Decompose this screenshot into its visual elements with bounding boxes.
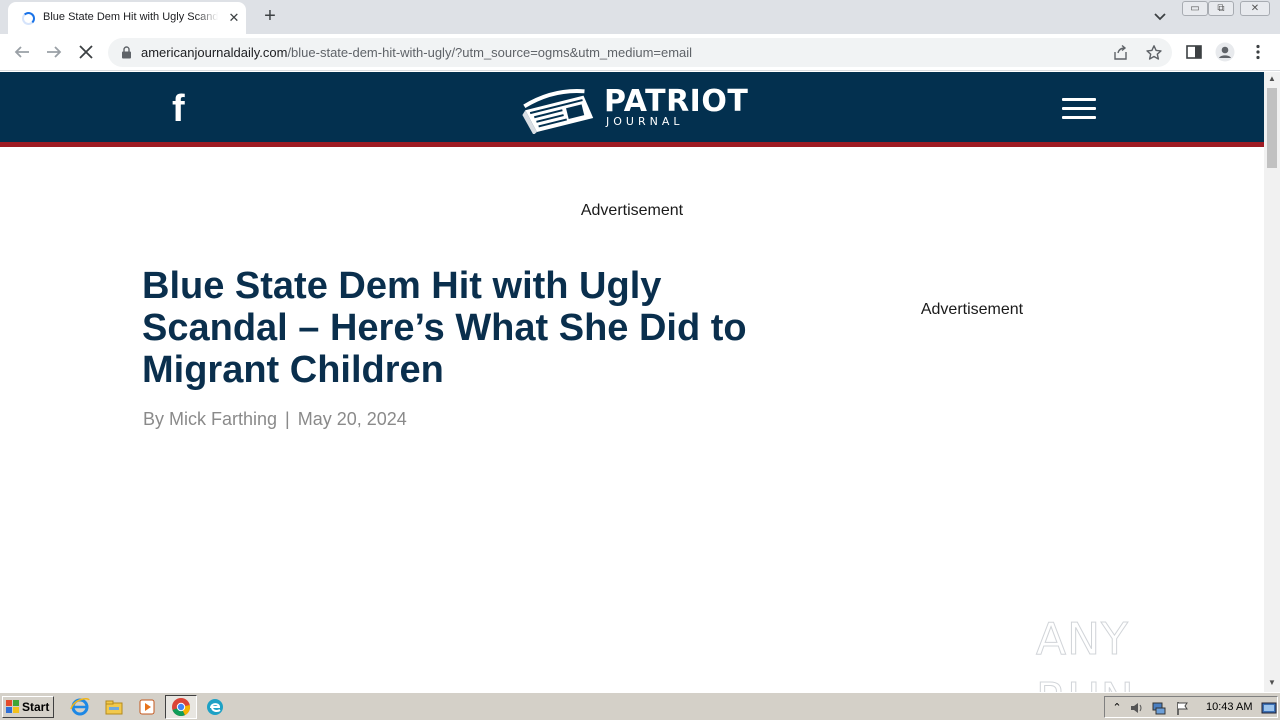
loading-spinner-icon [22,12,35,25]
scroll-down-arrow-icon[interactable]: ▼ [1264,676,1280,690]
internet-explorer-icon[interactable] [70,697,90,717]
media-player-icon[interactable] [137,697,157,717]
file-explorer-icon[interactable] [104,697,124,717]
sidebar-advertisement-label: Advertisement [920,301,1024,318]
network-icon[interactable] [1151,700,1167,716]
system-tray: ⌃ 10:43 AM [1104,696,1278,718]
back-arrow-icon [14,46,29,58]
share-icon[interactable] [1112,44,1130,62]
scroll-up-arrow-icon[interactable]: ▲ [1264,72,1280,86]
tab-search-chevron-icon[interactable] [1150,8,1170,26]
taskbar-clock[interactable]: 10:43 AM [1206,701,1252,713]
edge-icon[interactable] [205,697,225,717]
forward-arrow-icon [47,46,62,58]
start-label: Start [22,700,50,714]
header-accent-stripe [0,142,1264,147]
hamburger-menu-icon[interactable] [1062,98,1096,120]
site-logo[interactable]: PATRIOT JOURNAL [518,84,748,134]
tab-title: Blue State Dem Hit with Ugly Scandal – H… [43,11,218,23]
article-headline: Blue State Dem Hit with Ugly Scandal – H… [142,265,747,391]
chrome-icon [172,698,191,717]
site-header: f PATRIOT JOURNAL [0,72,1264,142]
address-bar[interactable]: americanjournaldaily.com/blue-state-dem-… [108,38,1172,67]
show-hidden-icons-icon[interactable]: ⌃ [1109,700,1125,716]
advertisement-label: Advertisement [580,202,684,219]
volume-icon[interactable] [1129,700,1145,716]
facebook-icon[interactable]: f [172,90,196,128]
close-window-button[interactable]: ✕ [1240,1,1270,16]
back-button[interactable] [10,40,34,64]
anyrun-watermark: ANY RUN [1036,610,1236,693]
newspaper-icon [522,89,594,134]
chrome-taskbar-button[interactable] [165,695,197,719]
new-tab-button[interactable]: + [258,5,282,29]
bookmark-star-icon[interactable] [1145,44,1163,62]
publish-date: May 20, 2024 [297,409,407,429]
tab-strip: Blue State Dem Hit with Ugly Scandal – H… [0,0,1280,34]
restore-button[interactable]: ⧉ [1208,1,1234,16]
logo-subtitle: JOURNAL [606,115,684,128]
start-button[interactable]: Start [2,696,54,718]
author-name[interactable]: By Mick Farthing [143,409,277,429]
profile-avatar-icon[interactable] [1215,42,1235,62]
byline-separator: | [285,409,290,429]
page-viewport: f PATRIOT JOURNAL Advertisement Blue Sta… [0,72,1264,692]
stop-x-icon [79,45,93,59]
watermark-text: ANY RUN [1036,614,1135,693]
logo-wordmark: PATRIOT [604,84,749,119]
url-host: americanjournaldaily.com [141,45,288,60]
show-desktop-icon[interactable] [1261,700,1277,716]
action-center-flag-icon[interactable] [1175,700,1191,716]
scrollbar-thumb[interactable] [1267,88,1277,168]
url-path: /blue-state-dem-hit-with-ugly/?utm_sourc… [287,45,693,60]
browser-tab[interactable]: Blue State Dem Hit with Ugly Scandal – H… [8,2,246,34]
url-text[interactable]: americanjournaldaily.com/blue-state-dem-… [141,45,692,60]
stop-loading-button[interactable] [74,40,98,64]
minimize-button[interactable]: ▭ [1182,1,1208,16]
browser-toolbar: americanjournaldaily.com/blue-state-dem-… [0,34,1280,71]
windows-flag-icon [6,700,19,713]
side-panel-icon[interactable] [1184,42,1204,62]
forward-button[interactable] [42,40,66,64]
lock-icon[interactable] [121,46,132,59]
windows-taskbar: Start ⌃ 10:43 AM [0,692,1280,720]
kebab-menu-icon[interactable] [1248,42,1268,62]
tab-close-button[interactable]: ✕ [226,10,242,26]
vertical-scrollbar[interactable]: ▲ ▼ [1264,72,1280,692]
article-byline: By Mick Farthing | May 20, 2024 [143,409,407,430]
